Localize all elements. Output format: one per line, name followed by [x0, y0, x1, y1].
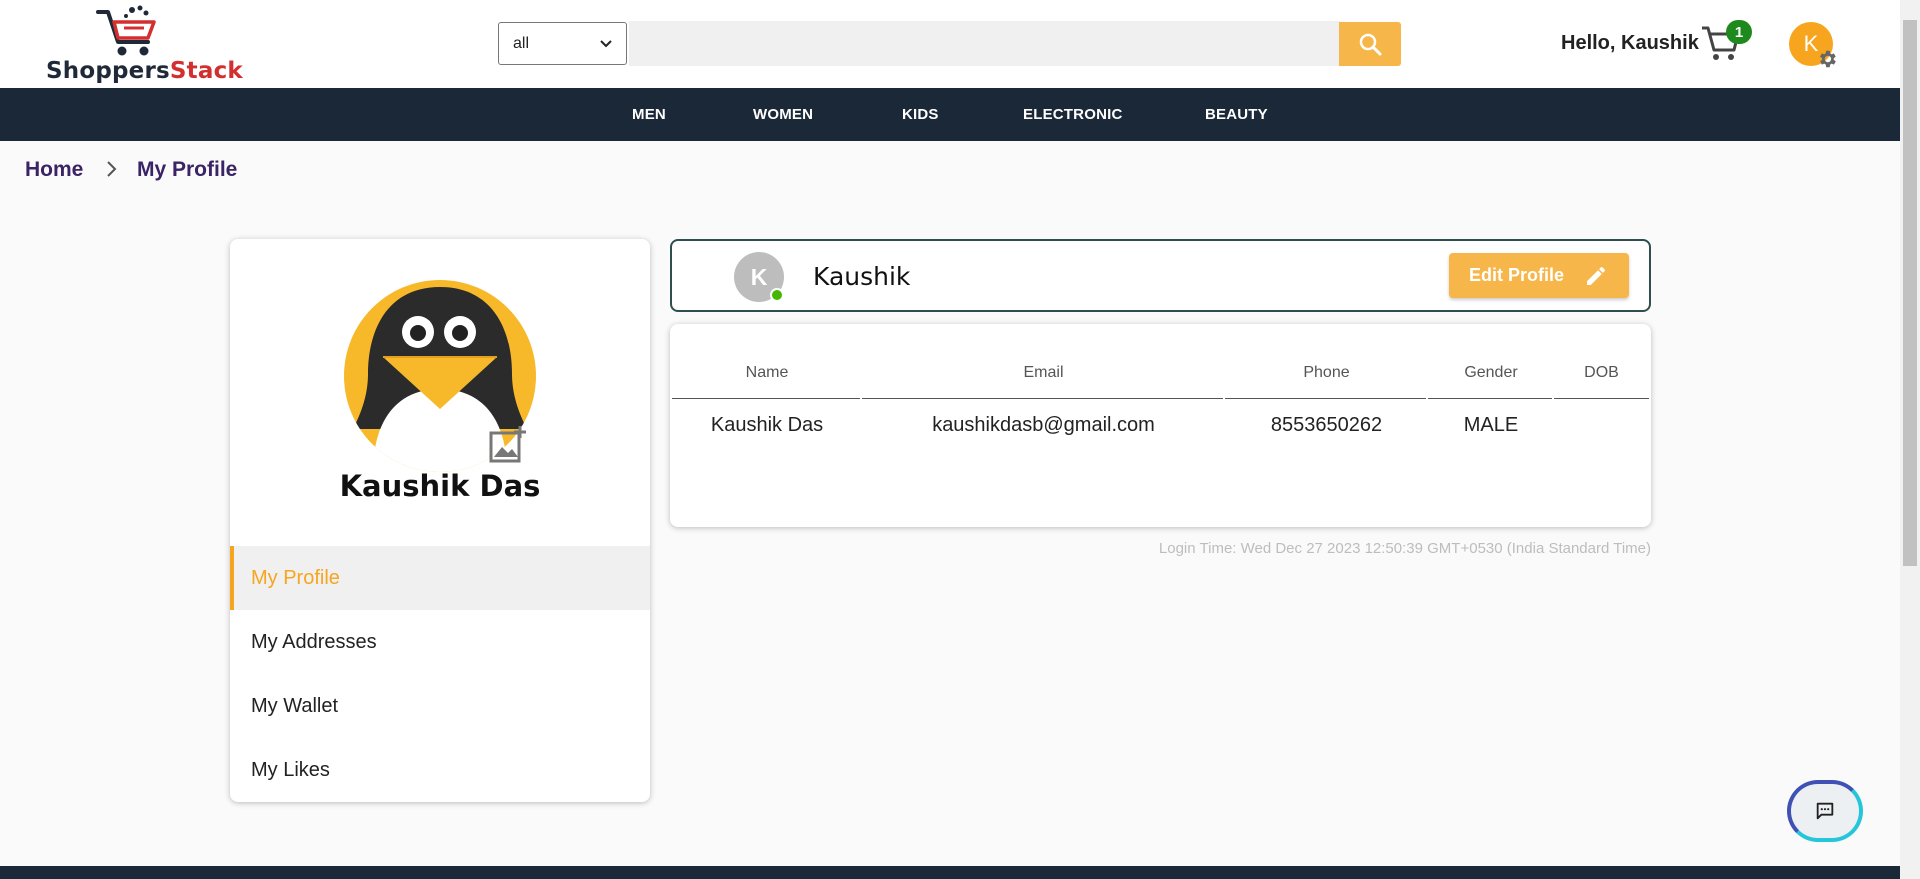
- header-divider: [1225, 398, 1426, 399]
- header-divider: [1428, 398, 1552, 399]
- search-input[interactable]: [629, 21, 1340, 66]
- column-header-email: Email: [1023, 364, 1064, 381]
- breadcrumb-current: My Profile: [137, 158, 238, 181]
- nav-item-women[interactable]: WOMEN: [753, 88, 813, 141]
- search-icon: [1359, 33, 1382, 56]
- category-select-value: all: [513, 34, 530, 52]
- header-divider: [1554, 398, 1649, 399]
- breadcrumb-home[interactable]: Home: [25, 158, 83, 182]
- search-button[interactable]: [1339, 22, 1401, 66]
- menu-item-my-wallet[interactable]: My Wallet: [230, 674, 650, 738]
- chevron-right-icon: [107, 161, 117, 177]
- menu-item-my-likes[interactable]: My Likes: [230, 738, 650, 802]
- scrollbar-thumb[interactable]: [1903, 20, 1917, 566]
- profile-header-card: K Kaushik Edit Profile: [670, 239, 1651, 312]
- category-nav: MEN WOMEN KIDS ELECTRONIC BEAUTY: [0, 88, 1900, 141]
- pencil-icon: [1587, 266, 1606, 285]
- chat-button[interactable]: [1787, 780, 1863, 842]
- chat-icon: [1816, 802, 1834, 820]
- brand-name-part2: Stack: [169, 58, 243, 84]
- nav-item-electronic[interactable]: ELECTRONIC: [1023, 88, 1123, 141]
- column-header-dob: DOB: [1584, 364, 1619, 381]
- footer-strip: [0, 866, 1900, 879]
- header-divider: [862, 398, 1223, 399]
- cell-phone: 8553650262: [1270, 414, 1383, 436]
- brand-name: ShoppersStack: [46, 58, 243, 84]
- nav-item-kids[interactable]: KIDS: [902, 88, 939, 141]
- edit-profile-label: Edit Profile: [1469, 265, 1565, 285]
- top-header: ShoppersStack all Hello, Kaushik 1 K: [0, 0, 1900, 88]
- profile-sidebar: Kaushik Das My Profile My Addresses My W…: [230, 239, 650, 802]
- online-status-dot: [770, 288, 784, 302]
- nav-item-men[interactable]: MEN: [632, 88, 666, 141]
- column-header-phone: Phone: [1303, 364, 1350, 381]
- menu-item-my-profile[interactable]: My Profile: [230, 546, 650, 610]
- cell-gender: MALE: [1463, 414, 1519, 436]
- cell-email: kaushikdasb@gmail.com: [932, 414, 1155, 436]
- chevron-down-icon: [600, 39, 612, 47]
- profile-details-table: Name Email Phone Gender DOB Kaushik Das …: [670, 324, 1651, 527]
- nav-item-beauty[interactable]: BEAUTY: [1205, 88, 1268, 141]
- menu-item-my-addresses[interactable]: My Addresses: [230, 610, 650, 674]
- gear-icon[interactable]: [1816, 48, 1838, 70]
- profile-display-name: Kaushik: [813, 262, 911, 291]
- column-header-name: Name: [745, 364, 789, 381]
- profile-full-name: Kaushik Das: [339, 469, 541, 503]
- add-photo-icon[interactable]: [488, 425, 528, 465]
- edit-profile-button[interactable]: Edit Profile: [1449, 253, 1629, 298]
- column-header-gender: Gender: [1464, 364, 1518, 381]
- brand-name-part1: Shoppers: [46, 58, 170, 84]
- login-time-text: Login Time: Wed Dec 27 2023 12:50:39 GMT…: [1158, 540, 1651, 557]
- cell-name: Kaushik Das: [710, 414, 824, 436]
- header-divider: [672, 398, 860, 399]
- greeting-text: Hello, Kaushik: [1561, 32, 1699, 54]
- cart-logo-icon: [96, 5, 156, 56]
- brand-logo[interactable]: ShoppersStack: [46, 4, 243, 84]
- cart-count-badge: 1: [1726, 20, 1752, 44]
- category-select[interactable]: all: [498, 22, 627, 65]
